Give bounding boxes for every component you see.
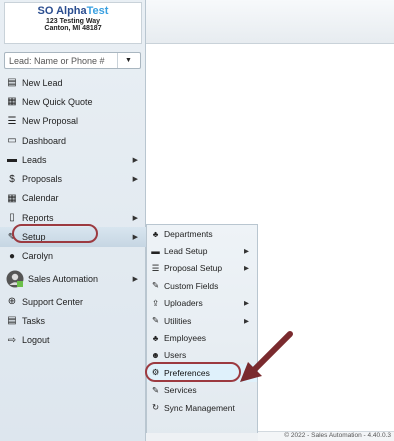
user-icon: ● [8,250,16,262]
sidebar-item-label: Leads [22,154,47,165]
refresh-icon: ↻ [151,402,160,413]
users-icon: ☻ [151,350,160,361]
submenu-item-proposal-setup[interactable]: ☰ Proposal Setup ▶ [147,260,257,277]
submenu-item-utilities[interactable]: ✎ Utilities ▶ [147,312,257,329]
lead-search-input[interactable] [5,53,117,68]
sidebar-nav: ▤ New Lead ▦ New Quick Quote ☰ New Propo… [0,73,146,350]
sidebar-item-label: Calendar [22,193,59,204]
sidebar-item-proposals[interactable]: $ Proposals ▶ [0,169,146,188]
sidebar-item-label: Logout [22,335,50,346]
sidebar-item-label: Carolyn [22,251,54,262]
list-icon: ☰ [7,115,17,127]
chevron-right-icon: ▶ [132,156,138,164]
sidebar-item-label: Support Center [22,296,84,307]
submenu-item-label: Employees [164,333,207,344]
chevron-right-icon: ▶ [132,234,138,242]
brand-address-line2: Canton, MI 48187 [44,24,102,32]
document-icon: ▯ [9,212,15,224]
logout-icon: ⇨ [7,334,17,346]
sidebar-item-support-center[interactable]: ⊕ Support Center [0,292,146,311]
submenu-item-label: Proposal Setup [164,263,223,274]
chevron-right-icon: ▶ [132,275,138,283]
sidebar: SO AlphaTest 123 Testing Way Canton, MI … [0,0,146,441]
dollar-icon: $ [9,173,15,185]
submenu-item-label: Uploaders [164,298,203,309]
sidebar-item-new-proposal[interactable]: ☰ New Proposal [0,112,146,131]
briefcase-icon: ▬ [7,154,17,166]
sidebar-item-label: New Lead [22,77,63,88]
sidebar-item-new-lead[interactable]: ▤ New Lead [0,73,146,92]
lifebuoy-icon: ⊕ [7,296,17,308]
brand-logo[interactable]: SO AlphaTest 123 Testing Way Canton, MI … [4,2,142,44]
sitemap-icon: ♣ [152,333,159,344]
chevron-right-icon: ▶ [244,317,249,325]
chevron-right-icon: ▶ [132,176,138,184]
submenu-item-uploaders[interactable]: ⇪ Uploaders ▶ [147,295,257,312]
chevron-down-icon[interactable]: ▼ [117,53,139,68]
avatar-icon [6,270,24,288]
upload-icon: ⇪ [151,297,160,308]
chevron-right-icon: ▶ [132,214,138,222]
sidebar-item-carolyn[interactable]: ● Carolyn [0,247,146,266]
submenu-item-departments[interactable]: ♣ Departments [147,225,257,242]
brand-address-line1: 123 Testing Way [45,17,101,25]
sidebar-item-logout[interactable]: ⇨ Logout [0,331,146,350]
submenu-item-label: Departments [164,228,213,239]
submenu-item-custom-fields[interactable]: ✎ Custom Fields [147,277,257,294]
dashboard-icon: ▭ [7,135,17,147]
sidebar-item-sales-automation[interactable]: Sales Automation ▶ [0,266,146,292]
sidebar-item-label: Reports [22,212,54,223]
sidebar-item-dashboard[interactable]: ▭ Dashboard [0,131,146,150]
sitemap-icon: ♣ [152,228,159,239]
submenu-item-sync-management[interactable]: ↻ Sync Management [147,399,257,416]
setup-highlight-oval [12,224,98,243]
list-icon: ☰ [151,262,160,273]
sidebar-item-label: Proposals [22,174,63,185]
annotation-arrow-icon [240,331,293,382]
wrench-icon: ✎ [151,384,160,395]
wrench-icon: ✎ [151,315,160,326]
briefcase-icon: ▬ [151,246,160,257]
calculator-icon: ▦ [7,96,17,108]
main-content-bottom [146,433,258,441]
submenu-item-label: Sync Management [164,402,235,413]
submenu-item-label: Users [164,350,187,361]
sidebar-item-label: Dashboard [22,135,67,146]
sidebar-item-calendar[interactable]: ▦ Calendar [0,189,146,208]
brand-name: SO AlphaTest [37,5,109,17]
submenu-item-label: Lead Setup [164,246,208,257]
footer-copyright: © 2022 - Sales Automation - 4.40.0.3 [258,431,394,441]
sidebar-item-label: New Proposal [22,116,79,127]
preferences-highlight-oval [145,362,241,382]
calendar-icon: ▦ [7,192,17,204]
lead-search-select[interactable]: ▼ [4,52,141,69]
submenu-item-label: Utilities [164,315,192,326]
submenu-item-label: Custom Fields [164,280,219,291]
sidebar-item-new-quick-quote[interactable]: ▦ New Quick Quote [0,92,146,111]
submenu-item-lead-setup[interactable]: ▬ Lead Setup ▶ [147,242,257,259]
pencil-icon: ✎ [151,280,160,291]
submenu-item-label: Services [164,385,197,396]
sidebar-item-label: New Quick Quote [22,96,93,107]
sidebar-item-label: Sales Automation [28,273,99,284]
sidebar-item-tasks[interactable]: ▤ Tasks [0,311,146,330]
chevron-right-icon: ▶ [244,248,249,256]
id-card-icon: ▤ [7,77,17,89]
chevron-right-icon: ▶ [244,300,249,308]
tasks-icon: ▤ [7,315,17,327]
sidebar-item-leads[interactable]: ▬ Leads ▶ [0,150,146,169]
sidebar-item-label: Tasks [22,315,46,326]
chevron-right-icon: ▶ [244,265,249,273]
